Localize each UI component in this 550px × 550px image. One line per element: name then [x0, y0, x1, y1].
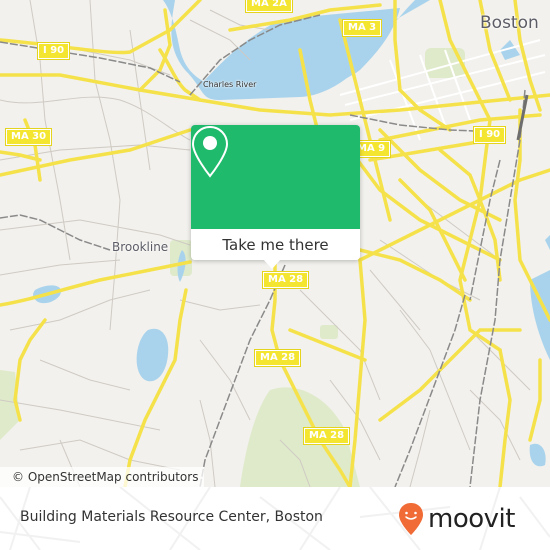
road-shield-ma28-a: MA 28 — [261, 271, 310, 289]
road-shield-ma2a: MA 2A — [245, 0, 293, 13]
moovit-logo[interactable]: moovit — [398, 501, 515, 537]
road-shield-ma3: MA 3 — [341, 19, 383, 37]
place-label-charles-river: Charles River — [203, 80, 257, 89]
road-shield-ma28-c: MA 28 — [302, 427, 351, 445]
map-attribution[interactable]: © OpenStreetMap contributors — [0, 467, 205, 487]
footer: Building Materials Resource Center, Bost… — [0, 487, 550, 550]
moovit-brand-text: moovit — [428, 504, 515, 534]
road-shield-i90-east: I 90 — [472, 126, 507, 144]
location-title: Building Materials Resource Center, Bost… — [20, 509, 323, 525]
place-label-boston: Boston — [480, 13, 539, 33]
road-shield-i90-west: I 90 — [36, 42, 71, 60]
map-pin-icon — [191, 125, 229, 178]
parks — [0, 48, 465, 487]
moovit-pin-icon — [399, 503, 423, 535]
map[interactable]: Boston Brookline Charles River MA 2A MA … — [0, 0, 550, 487]
road-shield-ma30: MA 30 — [4, 128, 53, 146]
location-popup[interactable]: Take me there — [191, 125, 360, 269]
take-me-there-button[interactable]: Take me there — [191, 229, 360, 260]
popup-header[interactable] — [191, 125, 360, 229]
road-shield-ma28-b: MA 28 — [253, 349, 302, 367]
place-label-brookline: Brookline — [112, 240, 169, 254]
popup-arrow — [263, 259, 281, 269]
